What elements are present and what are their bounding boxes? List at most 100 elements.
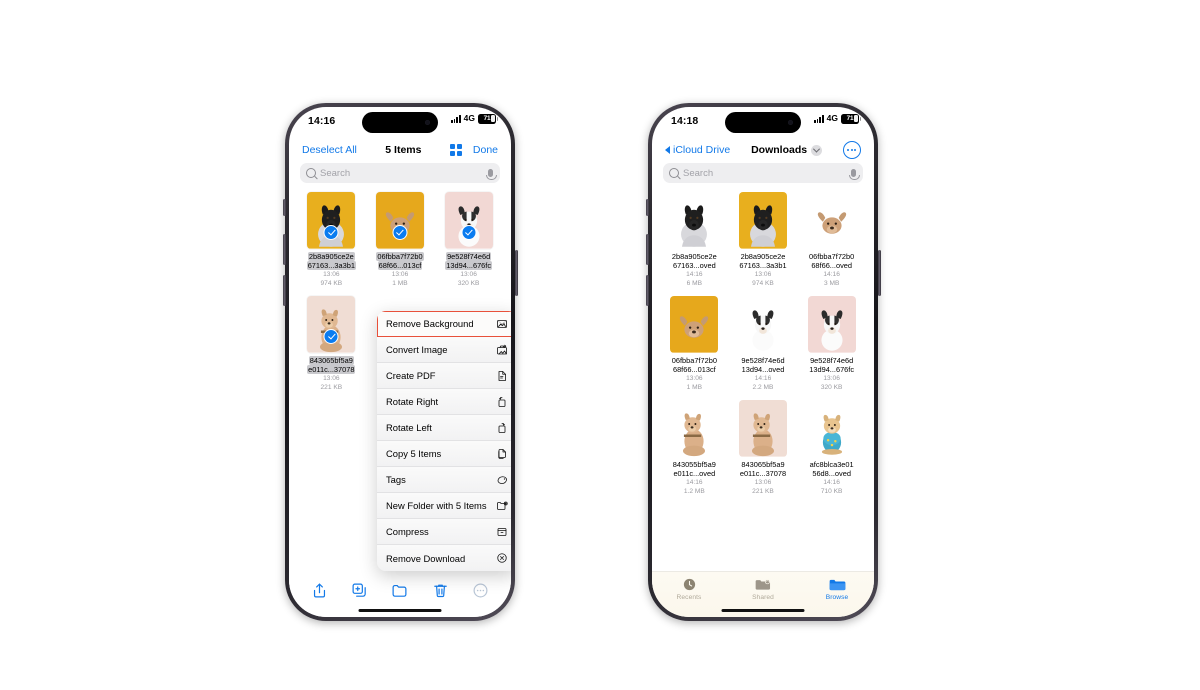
file-item[interactable]: 2b8a905ce2e 67163...3a3b1 13:06 974 KB <box>297 192 366 288</box>
page-title: 5 Items <box>385 144 422 156</box>
selected-checkmark-icon <box>461 225 477 240</box>
power-button[interactable] <box>877 250 881 296</box>
file-thumbnail[interactable] <box>807 296 856 353</box>
menu-item-label: Rotate Right <box>386 396 439 407</box>
file-size: 6 MB <box>686 280 703 287</box>
mute-switch[interactable] <box>645 199 649 216</box>
menu-item-copy[interactable]: Copy 5 Items <box>377 441 511 467</box>
file-thumbnail[interactable] <box>807 192 856 249</box>
grid-view-icon[interactable] <box>449 144 462 156</box>
file-thumbnail[interactable] <box>307 192 356 249</box>
file-size: 221 KB <box>320 384 343 391</box>
folder-icon[interactable] <box>391 582 408 599</box>
status-time: 14:16 <box>308 115 336 127</box>
remove-background-icon <box>496 318 508 330</box>
file-name: 06fbba7f72b0 <box>809 252 855 261</box>
more-ellipsis-circle-icon[interactable] <box>842 141 861 159</box>
tab-recents[interactable]: Recents <box>661 577 717 601</box>
file-name: 9e528f74e6d <box>741 356 785 365</box>
battery-icon: 71 <box>478 114 499 124</box>
duplicate-icon[interactable] <box>351 582 368 599</box>
search-input[interactable]: Search <box>300 163 500 183</box>
file-item[interactable]: afc8blca3e01 56d8...oved 14:16 710 KB <box>797 400 866 496</box>
file-size: 974 KB <box>752 280 774 287</box>
file-thumbnail[interactable] <box>670 296 719 353</box>
back-label: iCloud Drive <box>673 144 731 156</box>
file-thumbnail[interactable] <box>444 192 493 249</box>
file-name-2: 13d94...676fc <box>809 365 855 374</box>
convert-image-icon <box>496 344 508 356</box>
home-indicator[interactable] <box>358 608 442 612</box>
file-time: 13:06 <box>460 271 477 278</box>
file-thumbnail[interactable] <box>670 192 719 249</box>
tab-browse[interactable]: Browse <box>809 577 865 601</box>
deselect-all-button[interactable]: Deselect All <box>302 144 357 156</box>
share-icon[interactable] <box>311 582 328 599</box>
done-button[interactable]: Done <box>473 144 498 156</box>
file-item[interactable]: 9e528f74e6d 13d94...676fc 13:06 320 KB <box>797 296 866 392</box>
menu-item-remove-background[interactable]: Remove Background <box>377 311 511 337</box>
file-item[interactable]: 843065bf5a9 e011c...37078 13:06 221 KB <box>729 400 798 496</box>
volume-up-button[interactable] <box>282 234 286 265</box>
volume-down-button[interactable] <box>645 275 649 306</box>
menu-item-rotate-right[interactable]: Rotate Right <box>377 389 511 415</box>
back-button[interactable]: iCloud Drive <box>665 144 730 156</box>
file-time: 13:06 <box>391 271 409 278</box>
search-placeholder: Search <box>683 167 714 179</box>
tab-label: Recents <box>676 594 702 601</box>
file-name-2: e011c...oved <box>673 469 716 478</box>
file-size: 1.2 MB <box>683 488 705 495</box>
mute-switch[interactable] <box>282 199 286 216</box>
tab-label: Shared <box>752 594 774 601</box>
selected-checkmark-icon <box>323 329 339 344</box>
volume-up-button[interactable] <box>645 234 649 265</box>
file-thumbnail[interactable] <box>738 192 787 249</box>
home-indicator[interactable] <box>721 608 805 612</box>
compress-icon <box>496 526 508 538</box>
file-name: 2b8a905ce2e <box>307 252 355 261</box>
menu-item-label: Remove Background <box>386 318 474 329</box>
folder-title-group[interactable]: Downloads <box>751 144 823 156</box>
file-item[interactable]: 843055bf5a9 e011c...oved 14:16 1.2 MB <box>660 400 729 496</box>
file-item[interactable]: 9e528f74e6d 13d94...676fc 13:06 320 KB <box>434 192 503 288</box>
file-item[interactable]: 9e528f74e6d 13d94...oved 14:16 2.2 MB <box>729 296 798 392</box>
menu-item-new-folder[interactable]: New Folder with 5 Items <box>377 493 511 519</box>
tab-shared[interactable]: Shared <box>735 577 791 601</box>
file-thumbnail[interactable] <box>307 296 356 353</box>
file-name-2: 67163...3a3b1 <box>306 261 356 270</box>
chevron-down-icon[interactable] <box>811 144 823 156</box>
volume-down-button[interactable] <box>282 275 286 306</box>
folder-icon <box>829 577 846 592</box>
microphone-icon[interactable] <box>849 168 860 180</box>
menu-item-tag[interactable]: Tags <box>377 467 511 493</box>
file-name-2: 56d8...oved <box>812 469 851 478</box>
file-item[interactable]: 2b8a905ce2e 67163...3a3b1 13:06 974 KB <box>729 192 798 288</box>
file-item[interactable]: 06fbba7f72b0 68f66...oved 14:16 3 MB <box>797 192 866 288</box>
file-thumbnail[interactable] <box>738 400 787 457</box>
file-thumbnail[interactable] <box>738 296 787 353</box>
menu-item-rotate-left[interactable]: Rotate Left <box>377 415 511 441</box>
file-grid: 2b8a905ce2e 67163...oved 14:16 6 MB 2b8a… <box>652 183 874 504</box>
microphone-icon[interactable] <box>486 168 497 180</box>
file-item[interactable]: 06fbba7f72b0 68f66...013cf 13:06 1 MB <box>366 192 435 288</box>
file-thumbnail[interactable] <box>807 400 856 457</box>
navigation-bar: iCloud Drive Downloads <box>652 137 874 163</box>
status-time: 14:18 <box>671 115 699 127</box>
trash-icon[interactable] <box>432 582 449 599</box>
file-name-2: 67163...3a3b1 <box>739 261 787 270</box>
search-input[interactable]: Search <box>663 163 863 183</box>
file-name-2: 68f66...oved <box>811 261 852 270</box>
file-item[interactable]: 06fbba7f72b0 68f66...013cf 13:06 1 MB <box>660 296 729 392</box>
menu-item-remove-download[interactable]: Remove Download <box>377 545 511 571</box>
file-item[interactable]: 2b8a905ce2e 67163...oved 14:16 6 MB <box>660 192 729 288</box>
more-ellipsis-icon[interactable] <box>472 582 489 599</box>
menu-item-create-pdf[interactable]: Create PDF <box>377 363 511 389</box>
file-thumbnail[interactable] <box>375 192 424 249</box>
file-item[interactable]: 843065bf5a9 e011c...37078 13:06 221 KB <box>297 296 366 392</box>
power-button[interactable] <box>514 250 518 296</box>
menu-item-convert-image[interactable]: Convert Image <box>377 337 511 363</box>
file-thumbnail[interactable] <box>670 400 719 457</box>
menu-item-compress[interactable]: Compress <box>377 519 511 545</box>
file-time: 13:06 <box>754 271 772 278</box>
clock-icon <box>682 577 697 592</box>
